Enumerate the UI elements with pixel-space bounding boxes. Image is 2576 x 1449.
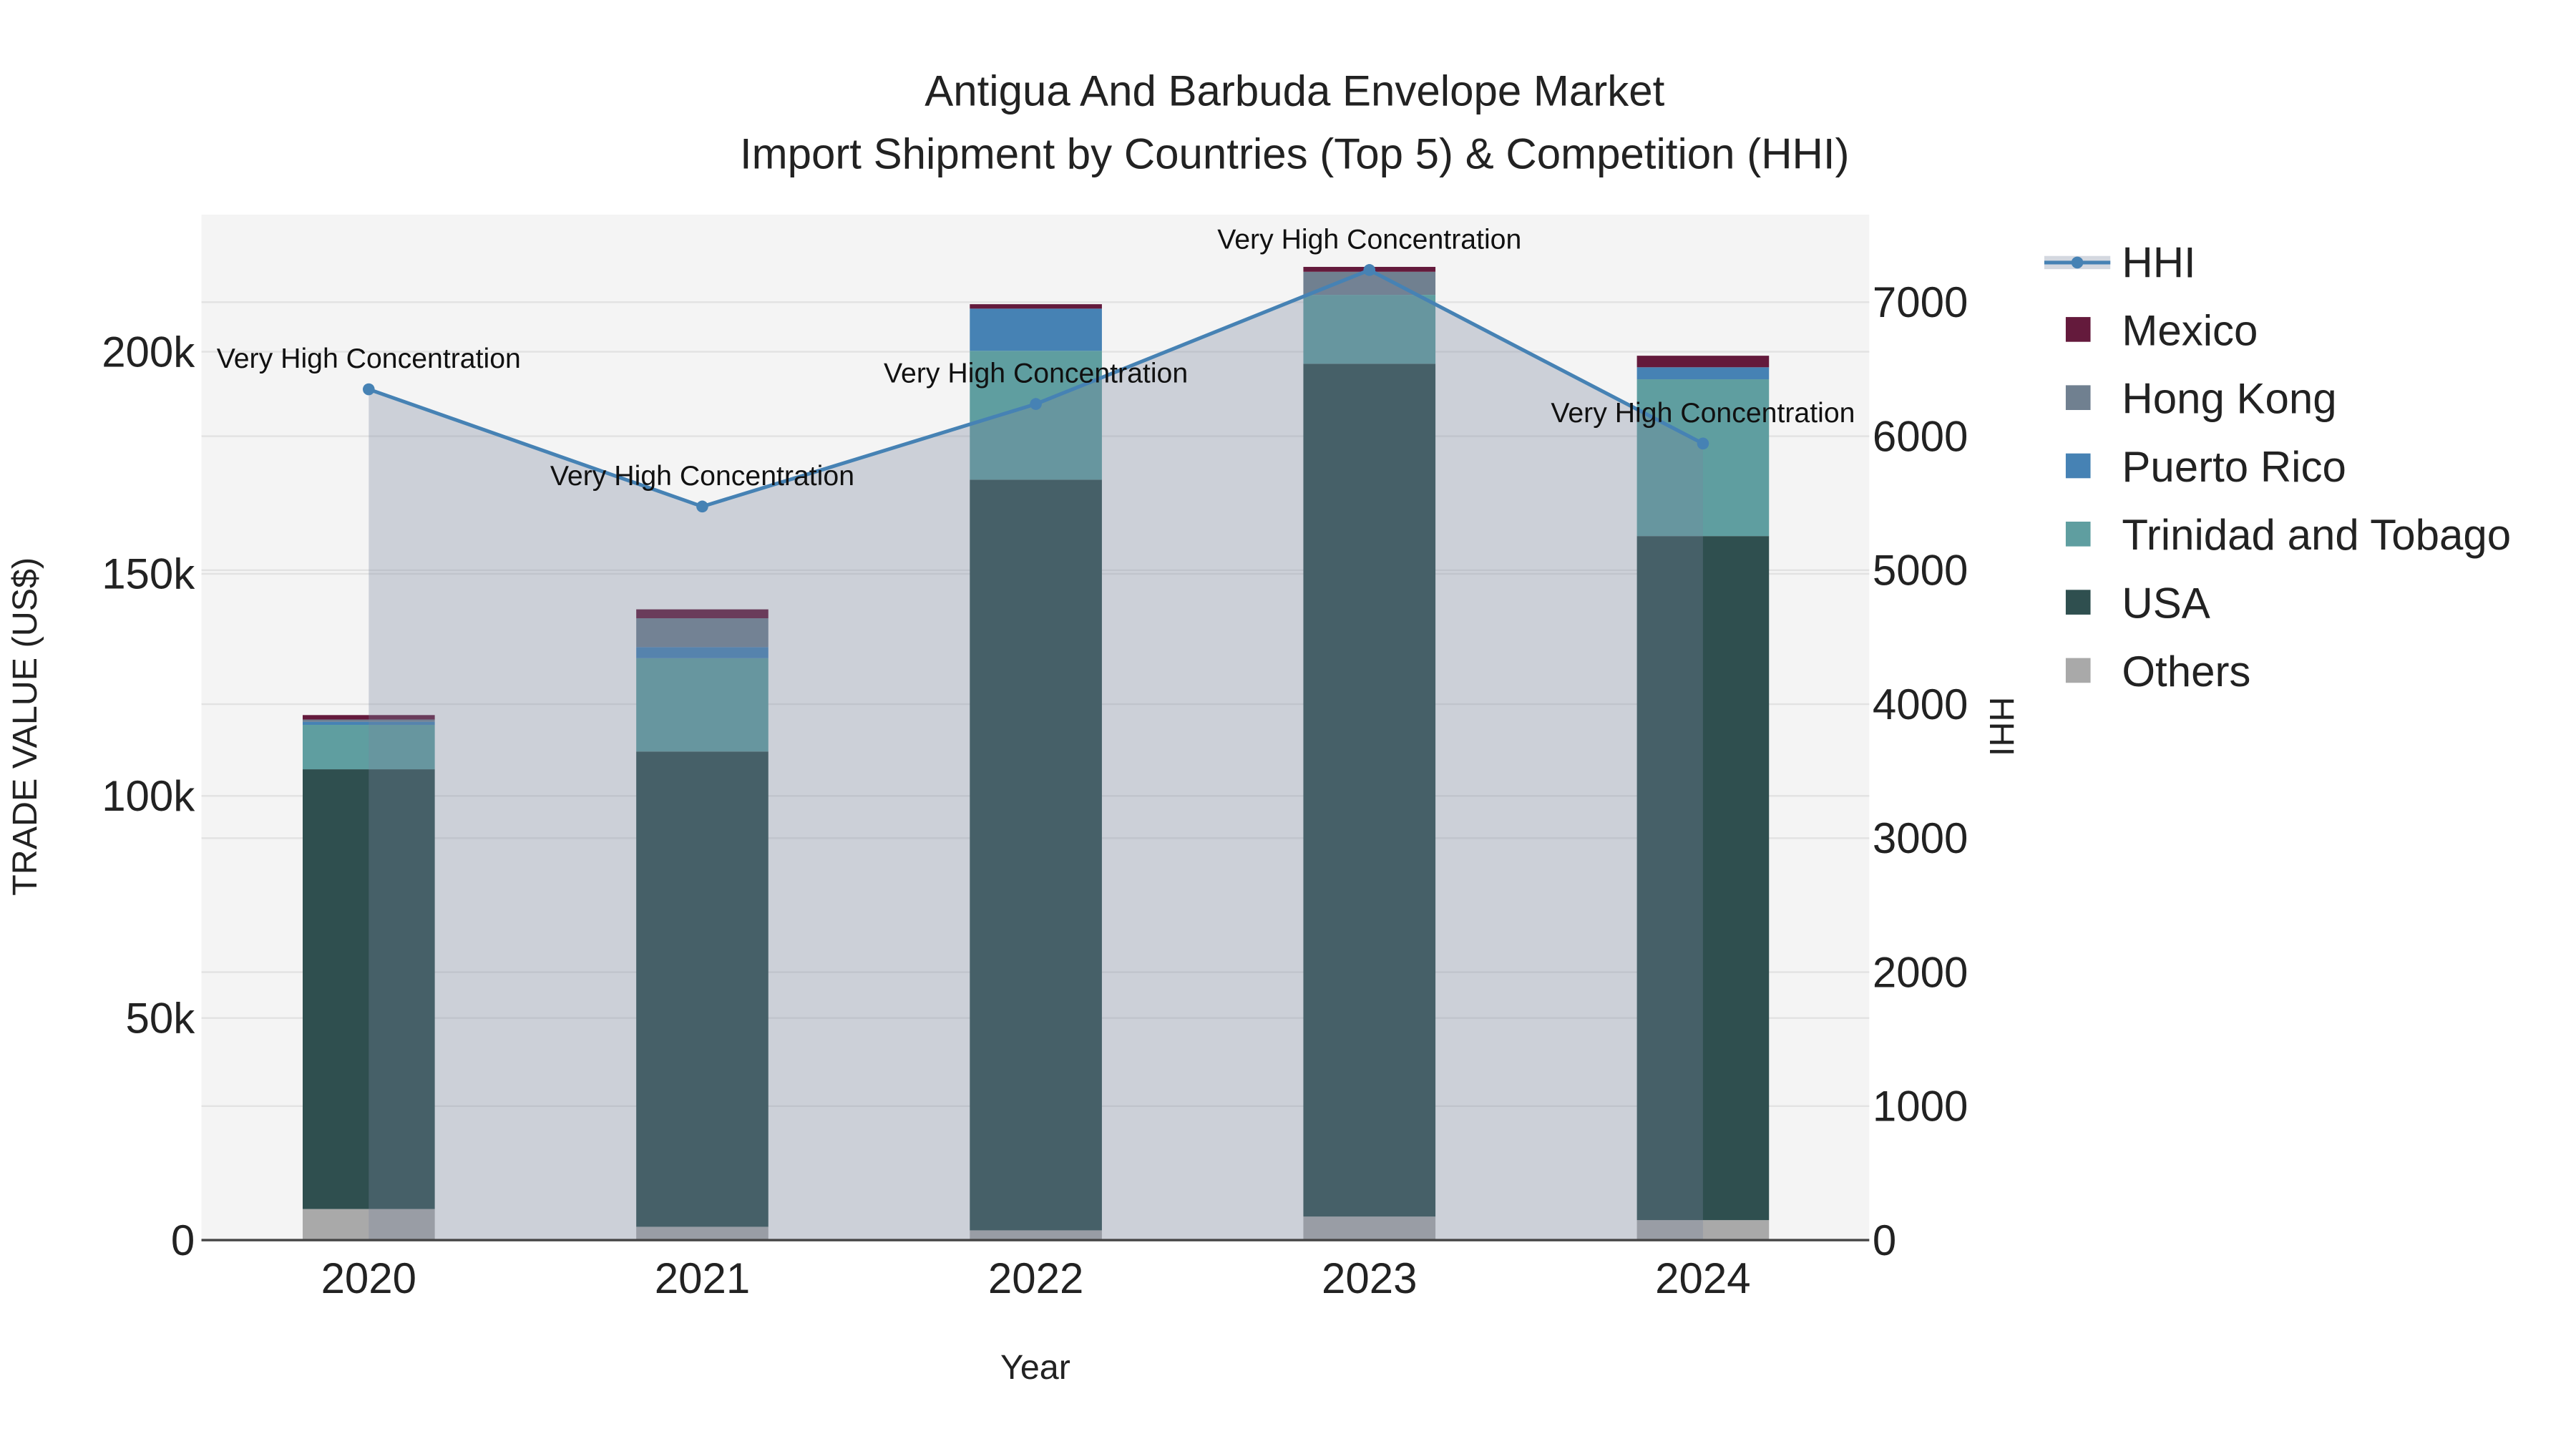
hhi-annotation: Very High Concentration (1217, 223, 1521, 255)
y2-tick-label: 5000 (1873, 547, 1968, 595)
y-tick-label: 0 (171, 1216, 195, 1264)
y2-axis-label: HHI (1982, 697, 2021, 756)
legend-label: Puerto Rico (2122, 443, 2346, 491)
x-tick-label: 2020 (321, 1254, 416, 1302)
legend-hhi-swatch-marker (2071, 256, 2084, 269)
legend-swatch (2065, 453, 2091, 479)
legend-label: Hong Kong (2122, 375, 2336, 423)
hhi-point (1363, 264, 1376, 276)
x-tick-label: 2022 (988, 1254, 1083, 1302)
legend-swatch (2065, 385, 2091, 410)
legend-label: Others (2122, 648, 2250, 696)
y2-tick-label: 2000 (1873, 948, 1968, 996)
bar-mexico (970, 304, 1102, 309)
y-axis-label: TRADE VALUE (US$) (6, 557, 44, 896)
hhi-annotation: Very High Concentration (217, 343, 521, 374)
legend-label: HHI (2122, 239, 2195, 287)
hhi-annotation: Very High Concentration (884, 358, 1188, 389)
legend-swatch (2065, 522, 2091, 547)
x-tick-label: 2021 (655, 1254, 750, 1302)
y2-tick-label: 4000 (1873, 680, 1968, 728)
bar-mexico (1636, 356, 1770, 368)
y-tick-label: 200k (102, 328, 195, 376)
hhi-point (363, 383, 375, 396)
y-tick-label: 50k (126, 994, 196, 1042)
chart-title: Antigua And Barbuda Envelope Market (924, 67, 1664, 115)
legend-swatch (2065, 590, 2091, 615)
legend-swatch (2065, 317, 2091, 342)
y2-tick-label: 6000 (1873, 412, 1968, 460)
hhi-annotation: Very High Concentration (1551, 397, 1855, 429)
x-tick-label: 2023 (1322, 1254, 1417, 1302)
chart: Antigua And Barbuda Envelope Market Impo… (6, 67, 2511, 1387)
bar-puerto-rico (1636, 367, 1770, 380)
y2-tick-label: 7000 (1873, 278, 1968, 326)
bar-puerto-rico (970, 308, 1102, 351)
hhi-point (1030, 398, 1042, 410)
legend-label: Trinidad and Tobago (2122, 511, 2511, 559)
legend-label: USA (2122, 580, 2210, 628)
legend-swatch (2065, 658, 2091, 683)
x-axis-label: Year (1000, 1348, 1070, 1387)
x-tick-label: 2024 (1655, 1254, 1750, 1302)
legend-label: Mexico (2122, 306, 2258, 354)
chart-subtitle: Import Shipment by Countries (Top 5) & C… (740, 130, 1850, 177)
hhi-point (696, 500, 708, 513)
y-tick-label: 150k (102, 550, 195, 598)
y2-tick-label: 3000 (1873, 814, 1968, 862)
y-tick-label: 100k (102, 772, 195, 820)
hhi-annotation: Very High Concentration (550, 460, 854, 492)
y2-tick-label: 1000 (1873, 1083, 1968, 1131)
y2-tick-label: 0 (1873, 1216, 1896, 1264)
hhi-point (1697, 437, 1709, 450)
